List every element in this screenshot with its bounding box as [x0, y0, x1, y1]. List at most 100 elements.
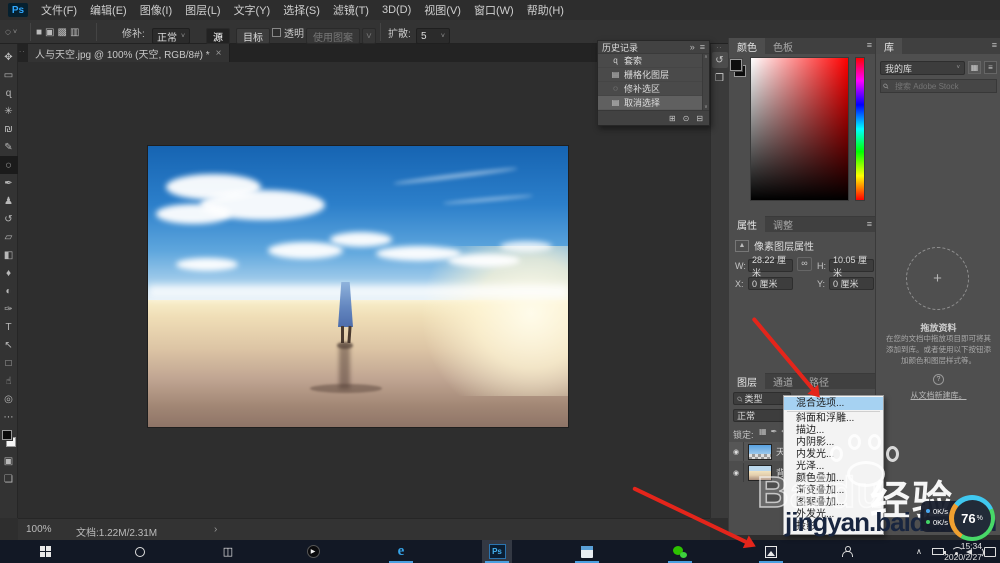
grid-view-icon[interactable]: ▦: [968, 61, 981, 74]
history-state-deselect[interactable]: ▤ 取消选择: [598, 96, 709, 110]
tool-dodge[interactable]: ◐: [0, 282, 18, 300]
close-icon[interactable]: ×: [216, 48, 222, 59]
tool-hand[interactable]: ☝: [0, 372, 18, 390]
tool-eraser[interactable]: ▱: [0, 228, 18, 246]
foreground-color-swatch[interactable]: [0, 429, 13, 441]
history-state-patch[interactable]: ◌ 修补选区: [598, 82, 709, 96]
width-field[interactable]: 28.22 厘米: [748, 255, 793, 278]
subtract-selection-icon[interactable]: ▩: [58, 27, 67, 38]
notes-button[interactable]: [570, 540, 604, 563]
menu-item-help[interactable]: 帮助(H): [527, 2, 564, 18]
menu-item-select[interactable]: 选择(S): [283, 2, 320, 18]
menu-item-filter[interactable]: 滤镜(T): [333, 2, 369, 18]
menu-item-window[interactable]: 窗口(W): [474, 2, 514, 18]
tab-libraries[interactable]: 库: [876, 38, 902, 54]
menu-item-blending-options[interactable]: 混合选项...: [784, 397, 883, 410]
menu-item-pattern-overlay[interactable]: 图案叠加...: [784, 497, 883, 509]
tool-crop[interactable]: ₪: [0, 120, 18, 138]
new-snapshot-icon[interactable]: ⊙: [683, 114, 690, 123]
media-player-button[interactable]: ▶: [296, 540, 330, 563]
height-field[interactable]: 10.05 厘米: [829, 255, 874, 278]
tool-move[interactable]: ✥: [0, 48, 18, 66]
help-icon[interactable]: ?: [933, 374, 944, 385]
history-state-lasso[interactable]: ɋ 套索: [598, 54, 709, 68]
menu-item-inner-shadow[interactable]: 内阴影...: [784, 437, 883, 449]
tool-pen[interactable]: ✑: [0, 300, 18, 318]
tool-preset-picker[interactable]: ◌ ˅: [5, 20, 17, 44]
diffusion-dropdown[interactable]: 5 ˅: [416, 28, 450, 44]
panel-icon[interactable]: ❒: [712, 70, 728, 86]
tab-channels[interactable]: 通道: [765, 373, 801, 389]
show-hidden-icons-button[interactable]: ∧: [916, 540, 922, 563]
tool-type[interactable]: T: [0, 318, 18, 336]
new-library-from-document-link[interactable]: 从文档新建库。: [876, 390, 1000, 401]
tool-history-brush[interactable]: ↺: [0, 210, 18, 228]
library-select-dropdown[interactable]: 我的库 ˅: [880, 61, 965, 75]
tool-patch[interactable]: ◌: [0, 156, 18, 174]
tool-screen-mode[interactable]: ❏: [0, 470, 18, 488]
menu-item-stroke[interactable]: 描边...: [784, 425, 883, 437]
menu-item-inner-glow[interactable]: 内发光...: [784, 449, 883, 461]
tool-brush[interactable]: ✒: [0, 174, 18, 192]
tool-rectangle[interactable]: □: [0, 354, 18, 372]
patch-mode-dropdown[interactable]: 正常 ˅: [152, 28, 191, 44]
edge-button[interactable]: e: [384, 540, 418, 563]
menu-item-outer-glow[interactable]: 外发光...: [784, 509, 883, 521]
history-scrollbar[interactable]: ∧ ∨: [702, 54, 709, 110]
delete-state-icon[interactable]: ⊟: [696, 114, 703, 123]
tab-swatches[interactable]: 色板: [765, 38, 801, 54]
tool-zoom[interactable]: ◎: [0, 390, 18, 408]
add-selection-icon[interactable]: ▣: [45, 27, 54, 38]
photos-button[interactable]: [754, 540, 788, 563]
tab-color[interactable]: 颜色: [729, 38, 765, 54]
collapse-panel-icon[interactable]: »: [690, 42, 695, 52]
link-dimensions-icon[interactable]: ∞: [797, 257, 812, 271]
start-button[interactable]: [28, 540, 62, 563]
menu-item-image[interactable]: 图像(I): [140, 2, 172, 18]
tool-lasso[interactable]: ɋ: [0, 84, 18, 102]
intersect-selection-icon[interactable]: ▥: [70, 27, 79, 38]
document-tab[interactable]: 人与天空.jpg @ 100% (天空, RGB/8#) * ×: [28, 44, 230, 62]
tool-edit-toolbar[interactable]: ⋯: [0, 408, 18, 426]
color-saturation-gradient[interactable]: [750, 57, 849, 201]
wechat-button[interactable]: [663, 540, 697, 563]
tool-clone-stamp[interactable]: ♟: [0, 192, 18, 210]
panel-menu-icon[interactable]: ≡: [700, 42, 705, 52]
tool-quick-mask[interactable]: ▣: [0, 452, 18, 470]
tool-quick-selection[interactable]: ✳: [0, 102, 18, 120]
scroll-up-icon[interactable]: ∧: [704, 54, 708, 60]
drag-drop-target[interactable]: +: [906, 247, 969, 310]
menu-item-color-overlay[interactable]: 颜色叠加...: [784, 473, 883, 485]
source-button[interactable]: 源: [206, 28, 230, 44]
menu-item-type[interactable]: 文字(Y): [234, 2, 271, 18]
history-state-rasterize[interactable]: ▤ 栅格化图层: [598, 68, 709, 82]
layer-thumbnail[interactable]: [748, 464, 772, 481]
battery-percent-badge[interactable]: 76%: [949, 495, 995, 541]
action-center-button[interactable]: [984, 540, 996, 563]
panel-menu-icon[interactable]: ≡: [992, 40, 997, 50]
zoom-level[interactable]: 100%: [26, 524, 52, 535]
menu-item-edit[interactable]: 编辑(E): [90, 2, 127, 18]
tool-rectangular-marquee[interactable]: ▭: [0, 66, 18, 84]
menu-item-gradient-overlay[interactable]: 渐变叠加...: [784, 485, 883, 497]
canvas-image[interactable]: [148, 146, 568, 427]
color-fg-swatch[interactable]: [729, 58, 743, 72]
menu-item-3d[interactable]: 3D(D): [382, 4, 411, 16]
history-panel-icon[interactable]: ↺: [711, 52, 728, 68]
new-document-from-state-icon[interactable]: ⊞: [669, 114, 676, 123]
tool-gradient[interactable]: ◧: [0, 246, 18, 264]
tab-layers[interactable]: 图层: [729, 373, 765, 389]
tool-blur[interactable]: ♦: [0, 264, 18, 282]
y-field[interactable]: 0 厘米: [829, 277, 874, 290]
menu-item-layer[interactable]: 图层(L): [185, 2, 220, 18]
layer-thumbnail[interactable]: [748, 443, 772, 460]
tool-path-selection[interactable]: ↖: [0, 336, 18, 354]
visibility-eye-icon[interactable]: ◉: [729, 463, 744, 482]
menu-item-view[interactable]: 视图(V): [424, 2, 461, 18]
menu-item-drop-shadow[interactable]: 投影...: [784, 521, 883, 533]
adobe-stock-search-input[interactable]: [880, 79, 997, 93]
list-view-icon[interactable]: ≡: [984, 61, 997, 74]
visibility-eye-icon[interactable]: ◉: [729, 442, 744, 461]
menu-item-bevel-emboss[interactable]: 斜面和浮雕...: [784, 413, 883, 425]
x-field[interactable]: 0 厘米: [748, 277, 793, 290]
